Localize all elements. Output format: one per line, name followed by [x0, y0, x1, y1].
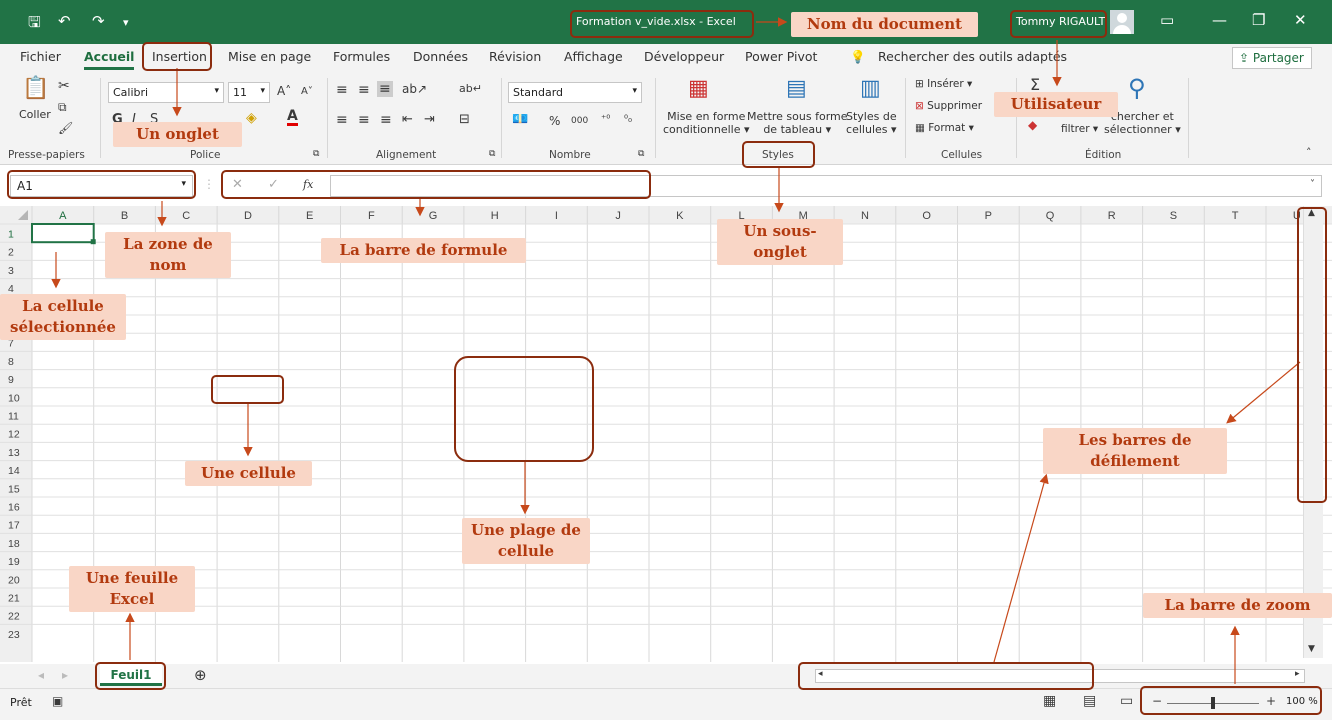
annotation-arrows [51, 17, 1301, 684]
arrow-scroll-h [993, 473, 1049, 663]
annotation-zoombar: La barre de zoom [1143, 593, 1332, 618]
annotation-subtab: Un sous-onglet [717, 219, 843, 265]
annotation-cell: Une cellule [185, 461, 312, 486]
annotation-user: Utilisateur [994, 92, 1118, 117]
annotation-scrollbars: Les barres de défilement [1043, 428, 1227, 474]
highlight-sheet [95, 662, 166, 690]
highlight-hscroll [798, 662, 1094, 690]
arrow-scroll-v [1226, 361, 1301, 424]
annotation-formula: La barre de formule [321, 238, 526, 263]
highlight-user [1010, 10, 1107, 38]
highlight-formula [221, 170, 651, 199]
annotation-range: Une plage de cellule [462, 518, 590, 564]
annotation-tab: Un onglet [113, 122, 242, 147]
annotation-doc: Nom du document [791, 12, 978, 37]
highlight-subtab [742, 141, 815, 168]
highlight-doc-title [570, 10, 754, 38]
annotation-selcell: La cellule sélectionnée [0, 294, 126, 340]
highlight-range [454, 356, 594, 462]
annotation-namezone: La zone de nom [105, 232, 231, 278]
highlight-zoom [1140, 686, 1322, 715]
highlight-cell [211, 375, 284, 404]
annotation-sheet: Une feuille Excel [69, 566, 195, 612]
highlight-tab [142, 42, 212, 71]
highlight-namebox [7, 170, 196, 199]
highlight-vscroll [1297, 207, 1327, 503]
